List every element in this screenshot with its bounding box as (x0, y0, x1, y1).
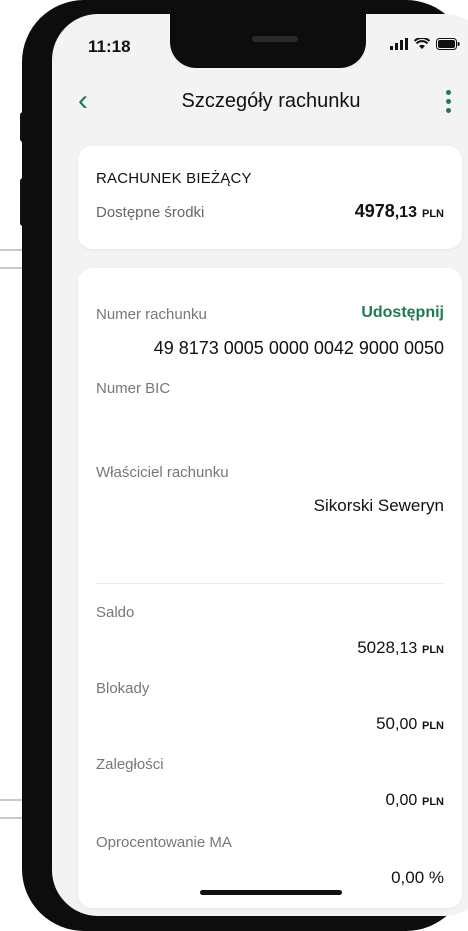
owner-value: Sikorski Seweryn (313, 496, 444, 515)
status-icons (390, 38, 460, 50)
balance-value: 5028,13 PLN (357, 638, 444, 657)
home-indicator[interactable] (200, 890, 342, 895)
wifi-icon (414, 38, 430, 49)
share-button[interactable]: Udostępnij (361, 304, 444, 322)
speaker (252, 36, 298, 42)
blocks-value: 50,00 PLN (376, 714, 444, 733)
phone-frame: 11:18 ‹ Szczegóły rachunku RACHUNEK BIEŻ… (22, 0, 468, 931)
account-summary-card: RACHUNEK BIEŻĄCY Dostępne środki 4978,13… (78, 146, 462, 249)
blocks-label: Blokady (96, 680, 150, 697)
owner-label: Właściciel rachunku (96, 464, 229, 481)
signal-icon (390, 38, 408, 50)
bic-label: Numer BIC (96, 380, 171, 397)
available-funds-label: Dostępne środki (96, 204, 205, 221)
account-number-label: Numer rachunku (96, 306, 207, 323)
arrears-label: Zaległości (96, 756, 164, 773)
page-title: Szczegóły rachunku (181, 90, 361, 112)
account-details-card: Numer rachunku Udostępnij 49 8173 0005 0… (78, 268, 462, 908)
status-time: 11:18 (88, 37, 131, 56)
interest-label: Oprocentowanie MA (96, 834, 232, 851)
arrears-value: 0,00 PLN (385, 790, 444, 809)
more-vertical-icon[interactable] (446, 90, 451, 113)
battery-icon (436, 38, 460, 50)
balance-label: Saldo (96, 604, 135, 621)
nav-bar: ‹ Szczegóły rachunku (52, 72, 468, 142)
interest-value: 0,00 % (391, 868, 444, 887)
divider (96, 583, 444, 584)
status-bar: 11:18 (52, 14, 468, 72)
account-number-value: 49 8173 0005 0000 0042 9000 0050 (153, 338, 444, 358)
screen: 11:18 ‹ Szczegóły rachunku RACHUNEK BIEŻ… (52, 14, 468, 916)
account-name: RACHUNEK BIEŻĄCY (96, 170, 252, 187)
available-funds-value: 4978,13 PLN (354, 201, 444, 221)
